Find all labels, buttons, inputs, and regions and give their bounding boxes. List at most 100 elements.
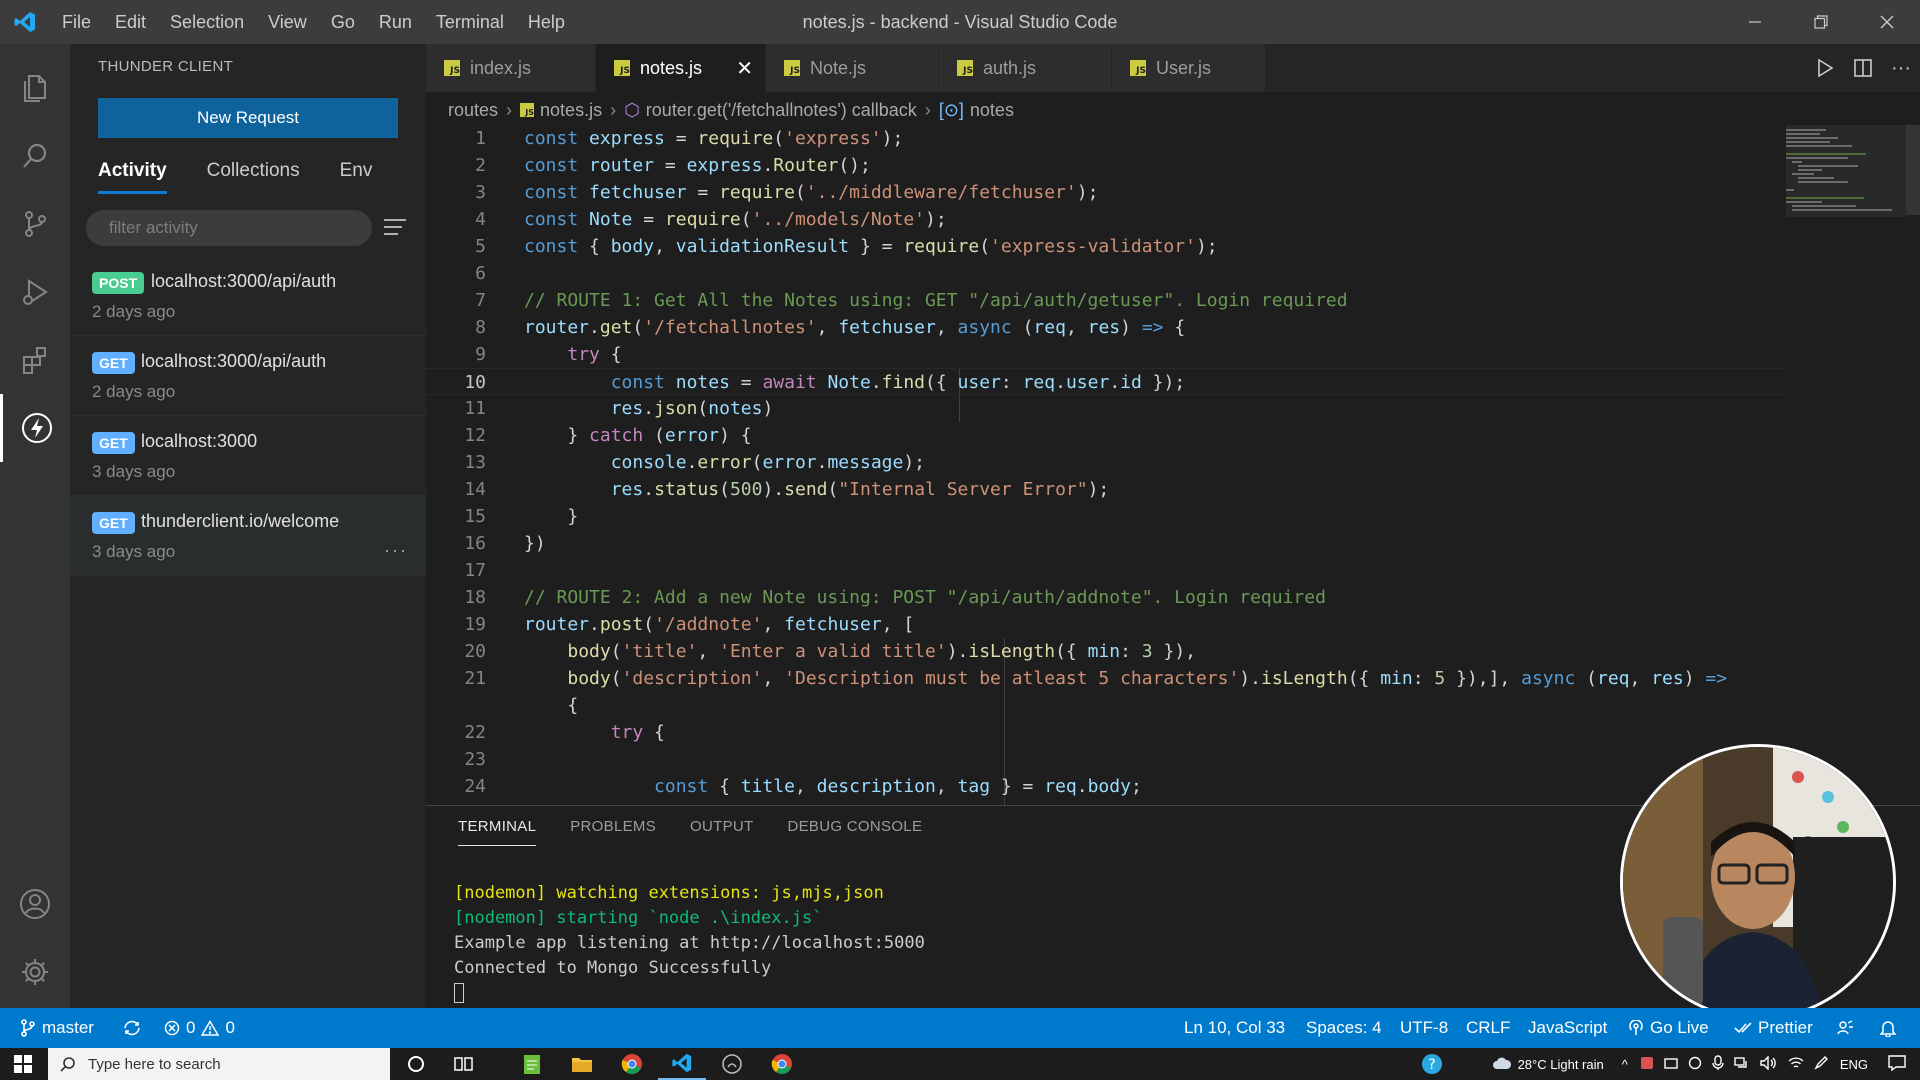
microphone-icon[interactable] (1712, 1054, 1724, 1074)
more-actions-icon[interactable]: ··· (384, 540, 408, 561)
terminal[interactable]: [nodemon] watching extensions: js,mjs,js… (454, 881, 925, 1006)
chrome-app-icon[interactable] (608, 1048, 656, 1080)
weather-text[interactable]: 28°C Light rain (1518, 1057, 1604, 1072)
request-item[interactable]: GET localhost:3000 3 days ago (70, 416, 426, 496)
menu-selection[interactable]: Selection (158, 12, 256, 33)
new-request-button[interactable]: New Request (98, 98, 398, 138)
filter-menu-icon[interactable] (382, 216, 408, 238)
encoding[interactable]: UTF-8 (1400, 1008, 1448, 1048)
tab-index-js[interactable]: JS index.js (426, 44, 596, 92)
menu-edit[interactable]: Edit (103, 12, 158, 33)
extensions-icon[interactable] (0, 326, 70, 394)
tray-app-icon[interactable] (1688, 1056, 1702, 1073)
feedback-icon[interactable] (1836, 1008, 1854, 1048)
chrome-profile-app-icon[interactable] (758, 1048, 806, 1080)
input-language[interactable]: ENG (1840, 1057, 1868, 1072)
close-window-button[interactable] (1854, 0, 1920, 44)
breadcrumb-file[interactable]: notes.js (540, 100, 602, 121)
accounts-icon[interactable] (0, 870, 70, 938)
tab-problems[interactable]: PROBLEMS (570, 818, 656, 852)
explorer-icon[interactable] (0, 54, 70, 122)
breadcrumb-folder[interactable]: routes (448, 100, 498, 121)
vscode-logo-icon[interactable] (0, 0, 50, 44)
search-icon (60, 1057, 75, 1072)
tab-debug-console[interactable]: DEBUG CONSOLE (787, 818, 922, 852)
file-explorer-app-icon[interactable] (558, 1048, 606, 1080)
thunder-client-icon[interactable] (0, 394, 70, 462)
line-number: 17 (464, 560, 486, 581)
search-icon[interactable] (0, 122, 70, 190)
tab-auth-js[interactable]: JS auth.js (939, 44, 1112, 92)
notification-center-icon[interactable] (1888, 1054, 1906, 1074)
chevron-up-icon[interactable]: ^ (1622, 1057, 1628, 1072)
request-item[interactable]: GET localhost:3000/api/auth 2 days ago (70, 336, 426, 416)
tab-collections[interactable]: Collections (207, 154, 300, 194)
sync-icon[interactable] (122, 1008, 142, 1048)
scrollbar-thumb[interactable] (1906, 125, 1920, 215)
broadcast-icon (1629, 1020, 1643, 1035)
tab-output[interactable]: OUTPUT (690, 818, 753, 852)
cursor-position[interactable]: Ln 10, Col 33 (1184, 1008, 1285, 1048)
network-icon[interactable] (1734, 1056, 1750, 1073)
tab-env[interactable]: Env (340, 154, 373, 194)
notepad-app-icon[interactable] (508, 1048, 556, 1080)
tray-app-icon[interactable] (1640, 1056, 1654, 1073)
run-file-icon[interactable] (1806, 58, 1844, 78)
go-live[interactable]: Go Live (1628, 1008, 1709, 1048)
filter-activity-input[interactable] (86, 210, 372, 246)
webcam-overlay (1620, 744, 1896, 1020)
indentation[interactable]: Spaces: 4 (1306, 1008, 1382, 1048)
help-icon[interactable]: ? (1412, 1053, 1452, 1075)
request-item[interactable]: GET thunderclient.io/welcome 3 days ago … (70, 496, 426, 576)
svg-text:?: ? (1428, 1057, 1435, 1073)
prettier[interactable]: Prettier (1734, 1008, 1813, 1048)
vscode-app-icon[interactable] (658, 1048, 706, 1080)
check-double-icon (1734, 1022, 1752, 1034)
error-count: 0 (186, 1018, 196, 1037)
minimap[interactable] (1786, 125, 1906, 805)
pen-icon[interactable] (1814, 1055, 1828, 1073)
code-line: res.json(notes) (610, 398, 774, 419)
settings-gear-icon[interactable] (0, 938, 70, 1006)
github-desktop-app-icon[interactable] (708, 1048, 756, 1080)
wifi-icon[interactable] (1788, 1056, 1804, 1073)
request-time: 3 days ago (92, 542, 176, 561)
breadcrumb-symbol[interactable]: router.get('/fetchallnotes') callback (646, 100, 917, 121)
windows-start-icon[interactable] (0, 1048, 46, 1080)
tab-notes-js[interactable]: JS notes.js ✕ (596, 44, 766, 92)
vertical-scrollbar[interactable] (1906, 125, 1920, 805)
request-item[interactable]: POST localhost:3000/api/auth 2 days ago (70, 256, 426, 336)
tab-note-js[interactable]: JS Note.js (766, 44, 939, 92)
minimize-button[interactable] (1722, 0, 1788, 44)
breadcrumb-variable[interactable]: notes (970, 100, 1014, 121)
source-control-icon[interactable] (0, 190, 70, 258)
notifications-bell-icon[interactable] (1880, 1008, 1896, 1048)
code-line: router.get('/fetchallnotes', fetchuser, … (524, 317, 1186, 338)
menu-run[interactable]: Run (367, 12, 424, 33)
cortana-icon[interactable] (392, 1048, 440, 1080)
taskbar-search-input[interactable]: Type here to search (48, 1048, 390, 1080)
run-debug-icon[interactable] (0, 258, 70, 326)
menu-help[interactable]: Help (516, 12, 577, 33)
git-branch[interactable]: master (20, 1008, 94, 1048)
menu-terminal[interactable]: Terminal (424, 12, 516, 33)
close-tab-icon[interactable]: ✕ (736, 56, 753, 81)
volume-icon[interactable] (1760, 1054, 1778, 1073)
task-view-icon[interactable] (440, 1048, 488, 1080)
menu-file[interactable]: File (50, 12, 103, 33)
git-branch-icon (21, 1019, 35, 1037)
menu-view[interactable]: View (256, 12, 319, 33)
tab-activity[interactable]: Activity (98, 154, 167, 194)
more-actions-icon[interactable]: ··· (1882, 57, 1920, 80)
problems-counter[interactable]: 0 0 (164, 1008, 235, 1048)
tray-app-icon[interactable] (1664, 1056, 1678, 1073)
line-endings[interactable]: CRLF (1466, 1008, 1510, 1048)
request-url: thunderclient.io/welcome (141, 511, 340, 531)
tab-user-js[interactable]: JS User.js (1112, 44, 1266, 92)
language-mode[interactable]: JavaScript (1528, 1008, 1607, 1048)
tab-terminal[interactable]: TERMINAL (458, 818, 537, 846)
restore-button[interactable] (1788, 0, 1854, 44)
split-editor-icon[interactable] (1844, 58, 1882, 78)
menu-go[interactable]: Go (319, 12, 367, 33)
code-editor[interactable]: 1 const express = require('express'); 2 co… (426, 125, 1786, 805)
